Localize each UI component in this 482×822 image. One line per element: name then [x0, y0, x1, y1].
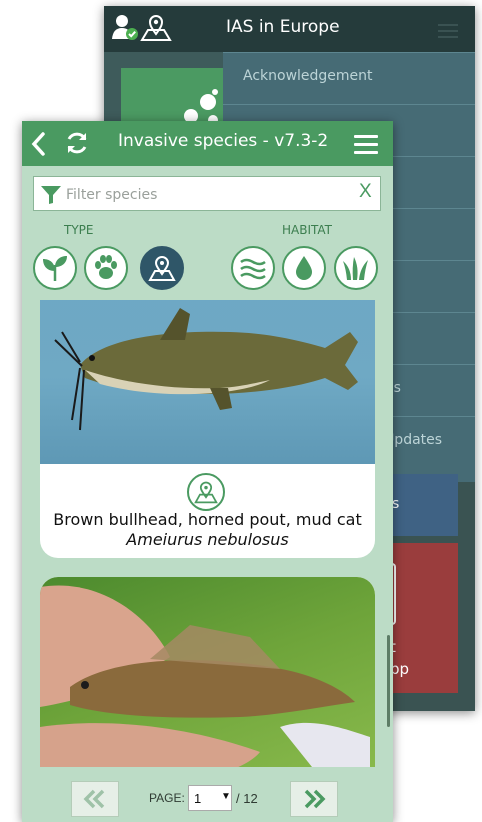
map-location-icon	[194, 481, 218, 504]
app-header: Invasive species - v7.3-2	[22, 121, 393, 166]
filter-bar: X	[33, 176, 381, 211]
background-menu-icon[interactable]	[438, 24, 458, 38]
marine-waves-icon	[240, 258, 266, 280]
map-location-icon	[148, 256, 176, 281]
blue-tile-text: s	[392, 496, 400, 512]
page-title: Invasive species - v7.3-2	[118, 131, 329, 151]
hamburger-menu-icon[interactable]	[354, 135, 378, 154]
funnel-filter-icon	[40, 185, 62, 209]
habitat-label: HABITAT	[282, 223, 333, 237]
type-label: TYPE	[64, 223, 94, 237]
type-location-button[interactable]	[140, 246, 184, 290]
terrestrial-grass-icon	[343, 257, 368, 280]
habitat-freshwater-button[interactable]	[282, 246, 326, 290]
species-latin-name: Ameiurus nebulosus	[126, 530, 289, 549]
page-total: / 12	[236, 791, 258, 806]
species-list-screen: Invasive species - v7.3-2 X TYPE HABITAT	[22, 121, 393, 822]
page-label: PAGE:	[149, 791, 185, 805]
pagination-bar: PAGE: 1 ▼ / 12	[22, 767, 393, 822]
refresh-icon[interactable]	[64, 130, 90, 160]
habitat-terrestrial-button[interactable]	[334, 246, 378, 290]
species-photo	[40, 577, 375, 767]
catfish-photo	[54, 308, 358, 431]
animal-paw-icon	[95, 255, 117, 279]
current-page-value: 1	[194, 791, 202, 806]
species-common-name: Brown bullhead, horned pout, mud cat	[53, 510, 362, 529]
background-title: IAS in Europe	[226, 17, 340, 37]
background-header: IAS in Europe	[104, 6, 475, 52]
filter-species-input[interactable]	[64, 181, 348, 209]
clear-filter-button[interactable]: X	[359, 181, 372, 203]
species-card[interactable]: Brown bullhead, horned pout, mud cat Ame…	[40, 300, 375, 558]
freshwater-drop-icon	[296, 256, 312, 280]
double-chevron-left-icon	[83, 789, 105, 809]
back-arrow-icon[interactable]	[30, 131, 48, 161]
goby-fish-in-hand-photo	[40, 585, 370, 767]
type-animal-button[interactable]	[84, 246, 128, 290]
double-chevron-right-icon	[304, 789, 326, 809]
species-list[interactable]: Brown bullhead, horned pout, mud cat Ame…	[22, 300, 393, 767]
dropdown-arrow-icon: ▼	[221, 791, 231, 802]
species-card[interactable]	[40, 577, 375, 767]
user-verified-icon[interactable]	[110, 12, 140, 46]
species-photo	[40, 300, 375, 464]
scrollbar[interactable]	[387, 635, 390, 727]
page-select[interactable]: 1 ▼	[188, 785, 232, 811]
habitat-marine-button[interactable]	[231, 246, 275, 290]
drawer-item-acknowledgement[interactable]: Acknowledgement	[223, 52, 475, 103]
next-page-button[interactable]	[290, 781, 338, 817]
plant-icon	[43, 256, 67, 281]
map-location-icon[interactable]	[140, 12, 172, 46]
type-plant-button[interactable]	[33, 246, 77, 290]
previous-page-button[interactable]	[71, 781, 119, 817]
species-type-badge	[187, 473, 225, 511]
